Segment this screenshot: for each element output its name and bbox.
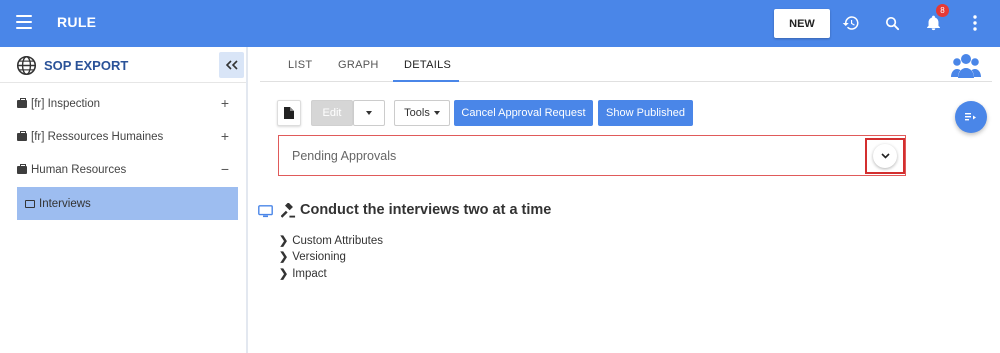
folder-icon [25, 199, 35, 208]
edit-dropdown-button[interactable] [353, 100, 385, 126]
monitor-icon[interactable] [258, 205, 273, 218]
tree-item-fr-inspection[interactable]: [fr] Inspection [17, 94, 100, 114]
chevron-down-icon [880, 153, 890, 159]
section-custom-attributes[interactable]: ❯ Custom Attributes [279, 234, 383, 248]
expand-toggle[interactable]: + [218, 128, 232, 144]
active-tab-indicator [393, 80, 459, 82]
tree-item-label: [fr] Inspection [31, 98, 101, 110]
notification-count-badge: 8 [936, 4, 949, 17]
tools-label: Tools [404, 107, 430, 119]
double-chevron-left-icon [225, 60, 238, 70]
gavel-icon [281, 203, 296, 218]
section-label: Custom Attributes [292, 234, 383, 247]
briefcase-icon [17, 164, 27, 174]
document-button[interactable] [277, 100, 301, 126]
section-label: Versioning [292, 250, 346, 263]
collapse-sidebar-button[interactable] [219, 52, 244, 78]
search-icon[interactable] [881, 12, 903, 34]
edit-button[interactable]: Edit [311, 100, 353, 126]
hamburger-menu-icon[interactable] [16, 15, 32, 29]
tree-item-human-resources[interactable]: Human Resources [17, 160, 126, 180]
caret-down-icon [366, 111, 372, 115]
briefcase-icon [17, 98, 27, 108]
sidebar-title: SOP EXPORT [44, 58, 129, 73]
expand-circle [873, 144, 897, 168]
pending-approvals-label: Pending Approvals [292, 149, 397, 163]
tree-item-label: Human Resources [31, 164, 127, 176]
tree-item-interviews[interactable]: Interviews [17, 187, 238, 220]
more-vert-icon[interactable] [964, 12, 986, 34]
tab-details[interactable]: DETAILS [404, 59, 451, 71]
tree-item-label: Interviews [39, 197, 91, 210]
history-icon[interactable] [840, 12, 862, 34]
users-group-icon[interactable] [951, 52, 981, 80]
chevron-right-icon: ❯ [279, 235, 289, 247]
briefcase-icon [17, 131, 27, 141]
section-label: Impact [292, 267, 327, 280]
expand-toggle[interactable]: + [218, 95, 232, 111]
tab-graph[interactable]: GRAPH [338, 59, 379, 71]
tree-item-label: [fr] Ressources Humaines [31, 131, 164, 143]
sidebar-header: SOP EXPORT [0, 47, 246, 83]
new-button[interactable]: NEW [774, 9, 830, 38]
section-impact[interactable]: ❯ Impact [279, 267, 327, 281]
document-icon [284, 107, 294, 119]
chevron-right-icon: ❯ [279, 268, 289, 280]
globe-icon [16, 55, 37, 76]
tree-item-fr-ressources-humaines[interactable]: [fr] Ressources Humaines [17, 127, 163, 147]
tools-dropdown-button[interactable]: Tools [394, 100, 450, 126]
app-title: RULE [57, 14, 97, 30]
rule-title: Conduct the interviews two at a time [300, 202, 552, 218]
cancel-approval-request-button[interactable]: Cancel Approval Request [454, 100, 593, 126]
tab-list[interactable]: LIST [288, 59, 312, 71]
show-published-button[interactable]: Show Published [598, 100, 693, 126]
tab-bar: LIST GRAPH DETAILS [260, 48, 992, 82]
fab-list-button[interactable] [955, 101, 987, 133]
pending-approvals-panel: Pending Approvals [278, 135, 906, 176]
top-app-bar: RULE NEW 8 [0, 0, 1000, 47]
playlist-icon [965, 113, 976, 121]
chevron-right-icon: ❯ [279, 251, 289, 263]
section-versioning[interactable]: ❯ Versioning [279, 250, 346, 264]
collapse-toggle[interactable]: − [218, 161, 232, 177]
expand-pending-approvals-button[interactable] [865, 138, 905, 174]
caret-down-icon [433, 111, 440, 115]
